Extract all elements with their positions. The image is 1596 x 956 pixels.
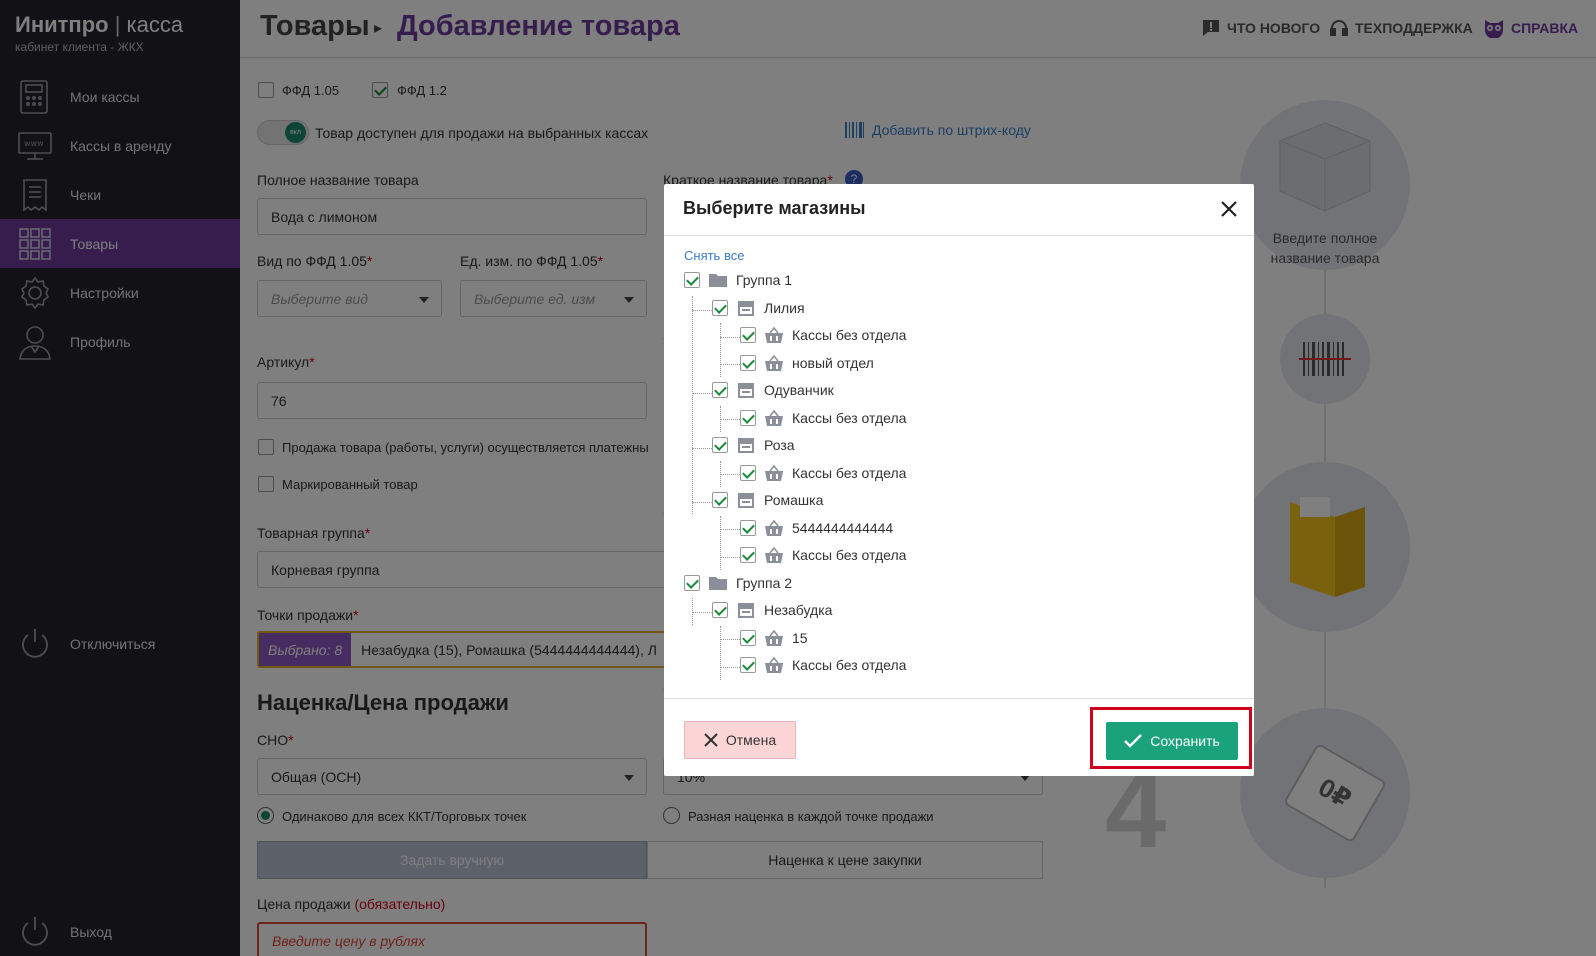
close-icon[interactable] bbox=[1218, 198, 1240, 220]
cancel-button[interactable]: Отмена bbox=[684, 721, 796, 759]
tree-item-label: 5444444444444 bbox=[792, 519, 894, 536]
tree-item-folder[interactable]: Группа 1 bbox=[684, 269, 792, 291]
tree-guide bbox=[692, 502, 712, 503]
select-stores-modal: Выберите магазины Снять все Группа 1 Лили… bbox=[664, 184, 1254, 776]
basket-icon bbox=[764, 464, 784, 482]
tree-item-folder[interactable]: Группа 2 bbox=[684, 572, 792, 594]
tree-item-label: 15 bbox=[792, 629, 808, 646]
tree-guide bbox=[720, 364, 740, 365]
save-label: Сохранить bbox=[1150, 733, 1220, 749]
tree-item-basket[interactable]: Кассы без отдела bbox=[740, 654, 906, 676]
tree-guide bbox=[692, 310, 712, 311]
deselect-all-link[interactable]: Снять все bbox=[684, 248, 744, 263]
tree-checkbox[interactable] bbox=[712, 382, 728, 398]
tree-checkbox[interactable] bbox=[712, 492, 728, 508]
tree-item-label: Кассы без отдела bbox=[792, 547, 907, 563]
tree-item-store[interactable]: Лилия bbox=[712, 297, 805, 319]
tree-item-label: новый отдел bbox=[792, 354, 874, 371]
tree-item-store[interactable]: Одуванчик bbox=[712, 379, 834, 401]
tree-guide bbox=[720, 474, 740, 475]
tree-checkbox[interactable] bbox=[684, 574, 700, 591]
store-icon bbox=[736, 601, 756, 619]
basket-icon bbox=[764, 409, 784, 427]
tree-item-label: Одуванчик bbox=[764, 382, 834, 398]
basket-icon bbox=[764, 546, 784, 564]
tree-checkbox[interactable] bbox=[740, 519, 756, 536]
tree-checkbox[interactable] bbox=[740, 409, 756, 426]
folder-icon bbox=[708, 574, 728, 592]
tree-guide bbox=[720, 516, 721, 570]
folder-icon bbox=[708, 271, 728, 289]
tree-item-label: Группа 1 bbox=[736, 272, 793, 288]
tree-item-basket[interactable]: 15 bbox=[740, 627, 808, 649]
basket-icon bbox=[764, 354, 784, 372]
tree-item-label: Роза bbox=[764, 437, 795, 453]
basket-icon bbox=[764, 326, 784, 344]
tree-guide bbox=[720, 639, 740, 640]
tree-guide bbox=[720, 626, 721, 680]
tree-item-store[interactable]: Незабудка bbox=[712, 599, 832, 621]
tree-guide bbox=[720, 323, 721, 377]
tree-item-label: Кассы без отдела bbox=[792, 327, 907, 343]
tree-item-label: Группа 2 bbox=[736, 574, 793, 591]
tree-item-basket[interactable]: Кассы без отдела bbox=[740, 407, 906, 429]
tree-guide bbox=[720, 557, 740, 558]
tree-checkbox[interactable] bbox=[740, 464, 756, 481]
modal-title: Выберите магазины bbox=[683, 198, 866, 218]
tree-checkbox[interactable] bbox=[712, 437, 728, 453]
close-icon bbox=[704, 733, 718, 747]
modal-divider bbox=[664, 698, 1254, 699]
store-icon bbox=[736, 381, 756, 399]
store-icon bbox=[736, 491, 756, 509]
tree-item-basket[interactable]: 5444444444444 bbox=[740, 517, 893, 539]
tree-item-label: Незабудка bbox=[764, 602, 833, 618]
tree-guide bbox=[692, 448, 712, 449]
store-icon bbox=[736, 436, 756, 454]
basket-icon bbox=[764, 629, 784, 647]
tree-item-store[interactable]: Роза bbox=[712, 434, 795, 456]
tree-checkbox[interactable] bbox=[740, 629, 756, 646]
tree-checkbox[interactable] bbox=[740, 657, 756, 673]
tree-checkbox[interactable] bbox=[740, 327, 756, 343]
tree-item-basket[interactable]: новый отдел bbox=[740, 352, 874, 374]
tree-guide bbox=[720, 667, 740, 668]
tree-guide bbox=[692, 612, 712, 613]
tree-item-label: Кассы без отдела bbox=[792, 409, 907, 426]
basket-icon bbox=[764, 519, 784, 537]
modal-divider bbox=[664, 235, 1254, 236]
tree-checkbox[interactable] bbox=[740, 354, 756, 371]
tree-checkbox[interactable] bbox=[712, 299, 728, 316]
tree-item-label: Лилия bbox=[764, 299, 805, 316]
tree-item-store[interactable]: Ромашка bbox=[712, 489, 823, 511]
tree-checkbox[interactable] bbox=[712, 602, 728, 618]
tree-guide bbox=[720, 529, 740, 530]
tree-item-label: Кассы без отдела bbox=[792, 657, 907, 673]
tree-guide bbox=[720, 419, 740, 420]
tree-item-label: Ромашка bbox=[764, 492, 824, 508]
tree-item-basket[interactable]: Кассы без отдела bbox=[740, 462, 906, 484]
tree-guide bbox=[692, 393, 712, 394]
tree-checkbox[interactable] bbox=[684, 272, 700, 288]
cancel-label: Отмена bbox=[725, 732, 777, 748]
basket-icon bbox=[764, 656, 784, 674]
tree-item-label: Кассы без отдела bbox=[792, 464, 907, 481]
tree-guide bbox=[720, 337, 740, 338]
store-icon bbox=[736, 299, 756, 317]
tree-item-basket[interactable]: Кассы без отдела bbox=[740, 544, 906, 566]
check-icon bbox=[1124, 734, 1143, 748]
tree-guide bbox=[692, 296, 693, 514]
tree-checkbox[interactable] bbox=[740, 547, 756, 563]
tree-item-basket[interactable]: Кассы без отдела bbox=[740, 324, 906, 346]
save-button[interactable]: Сохранить bbox=[1106, 722, 1238, 760]
